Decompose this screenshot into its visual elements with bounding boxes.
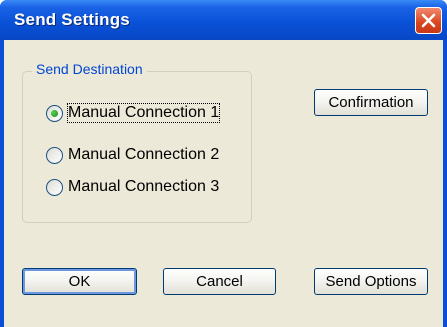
close-icon xyxy=(421,13,436,28)
group-label: Send Destination xyxy=(32,61,147,77)
radio-label: Manual Connection 3 xyxy=(68,178,220,195)
cancel-button[interactable]: Cancel xyxy=(163,268,276,295)
confirmation-button[interactable]: Confirmation xyxy=(314,89,428,116)
radio-selected-dot xyxy=(51,110,58,117)
dialog-body: Send Destination Manual Connection 1 Man… xyxy=(4,40,443,327)
send-options-button[interactable]: Send Options xyxy=(314,268,428,295)
radio-label: Manual Connection 1 xyxy=(66,103,221,123)
title-bar[interactable]: Send Settings xyxy=(0,0,447,40)
window-title: Send Settings xyxy=(14,10,130,29)
radio-label: Manual Connection 2 xyxy=(68,146,220,163)
radio-button[interactable] xyxy=(46,105,63,122)
close-button[interactable] xyxy=(415,7,442,34)
radio-button[interactable] xyxy=(46,147,63,164)
send-settings-dialog: Send Settings Send Destination Manual Co… xyxy=(0,0,447,327)
ok-button[interactable]: OK xyxy=(22,268,137,295)
radio-button[interactable] xyxy=(46,179,63,196)
